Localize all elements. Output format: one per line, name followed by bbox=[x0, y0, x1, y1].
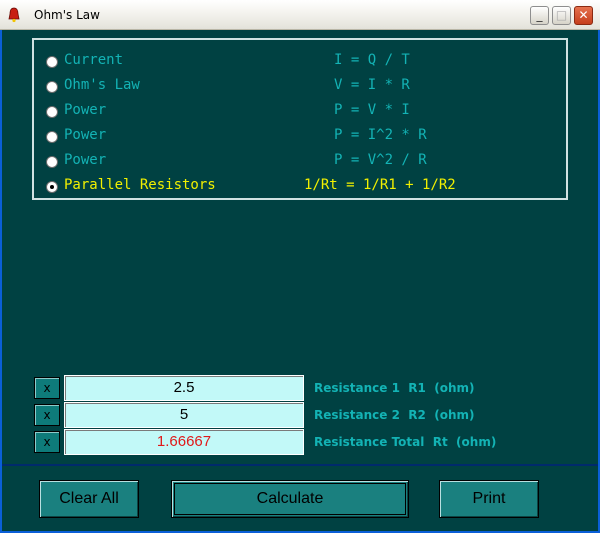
radio-button[interactable] bbox=[46, 81, 58, 93]
separator-line bbox=[2, 464, 598, 466]
formula-group: Current I = Q / T Ohm's Law V = I * R Po… bbox=[32, 38, 568, 200]
formula-option-power-vi[interactable]: Power P = V * I bbox=[44, 102, 554, 122]
radio-button[interactable] bbox=[46, 56, 58, 68]
formula-label: Power bbox=[64, 152, 107, 168]
client-area: Current I = Q / T Ohm's Law V = I * R Po… bbox=[2, 30, 598, 531]
close-icon: ✕ bbox=[578, 8, 589, 22]
formula-option-parallel-resistors[interactable]: Parallel Resistors 1/Rt = 1/R1 + 1/R2 bbox=[44, 177, 554, 197]
formula-option-power-v2r[interactable]: Power P = V^2 / R bbox=[44, 152, 554, 172]
minimize-icon: _ bbox=[536, 8, 543, 22]
formula-equation: P = V * I bbox=[334, 102, 410, 118]
window-title: Ohm's Law bbox=[34, 8, 100, 22]
clear-r2-button[interactable]: x bbox=[34, 404, 60, 426]
maximize-button[interactable]: □ bbox=[552, 6, 571, 25]
clear-all-button[interactable]: Clear All bbox=[39, 480, 139, 518]
formula-option-ohms-law[interactable]: Ohm's Law V = I * R bbox=[44, 77, 554, 97]
formula-option-power-i2r[interactable]: Power P = I^2 * R bbox=[44, 127, 554, 147]
clear-r1-button[interactable]: x bbox=[34, 377, 60, 399]
formula-label: Ohm's Law bbox=[64, 77, 140, 93]
print-button[interactable]: Print bbox=[439, 480, 539, 518]
formula-equation: 1/Rt = 1/R1 + 1/R2 bbox=[304, 177, 456, 193]
r2-label: Resistance 2 R2 (ohm) bbox=[314, 408, 475, 422]
close-button[interactable]: ✕ bbox=[574, 6, 593, 25]
formula-equation: V = I * R bbox=[334, 77, 410, 93]
input-row-r1: x 2.5 Resistance 1 R1 (ohm) bbox=[34, 375, 594, 401]
r1-input[interactable]: 2.5 bbox=[64, 375, 304, 401]
maximize-icon: □ bbox=[555, 8, 568, 22]
input-row-r2: x 5 Resistance 2 R2 (ohm) bbox=[34, 402, 594, 428]
title-bar[interactable]: Ohm's Law _ □ ✕ bbox=[0, 0, 600, 30]
r1-label: Resistance 1 R1 (ohm) bbox=[314, 381, 475, 395]
formula-option-current[interactable]: Current I = Q / T bbox=[44, 52, 554, 72]
formula-equation: I = Q / T bbox=[334, 52, 410, 68]
formula-equation: P = V^2 / R bbox=[334, 152, 427, 168]
radio-button[interactable] bbox=[46, 156, 58, 168]
clear-rt-button[interactable]: x bbox=[34, 431, 60, 453]
app-window: Ohm's Law _ □ ✕ Current I = Q / T Ohm's … bbox=[0, 0, 600, 533]
minimize-button[interactable]: _ bbox=[530, 6, 549, 25]
formula-label: Power bbox=[64, 127, 107, 143]
rt-label: Resistance Total Rt (ohm) bbox=[314, 435, 497, 449]
red-bell-icon bbox=[8, 7, 20, 23]
formula-label: Current bbox=[64, 52, 124, 68]
rt-input[interactable]: 1.66667 bbox=[64, 429, 304, 455]
r2-input[interactable]: 5 bbox=[64, 402, 304, 428]
radio-button[interactable] bbox=[46, 106, 58, 118]
radio-button-selected[interactable] bbox=[46, 181, 58, 193]
calculate-button[interactable]: Calculate bbox=[171, 480, 409, 518]
formula-equation: P = I^2 * R bbox=[334, 127, 427, 143]
radio-button[interactable] bbox=[46, 131, 58, 143]
formula-label: Power bbox=[64, 102, 107, 118]
input-row-rt: x 1.66667 Resistance Total Rt (ohm) bbox=[34, 429, 594, 455]
formula-label: Parallel Resistors bbox=[64, 177, 216, 193]
